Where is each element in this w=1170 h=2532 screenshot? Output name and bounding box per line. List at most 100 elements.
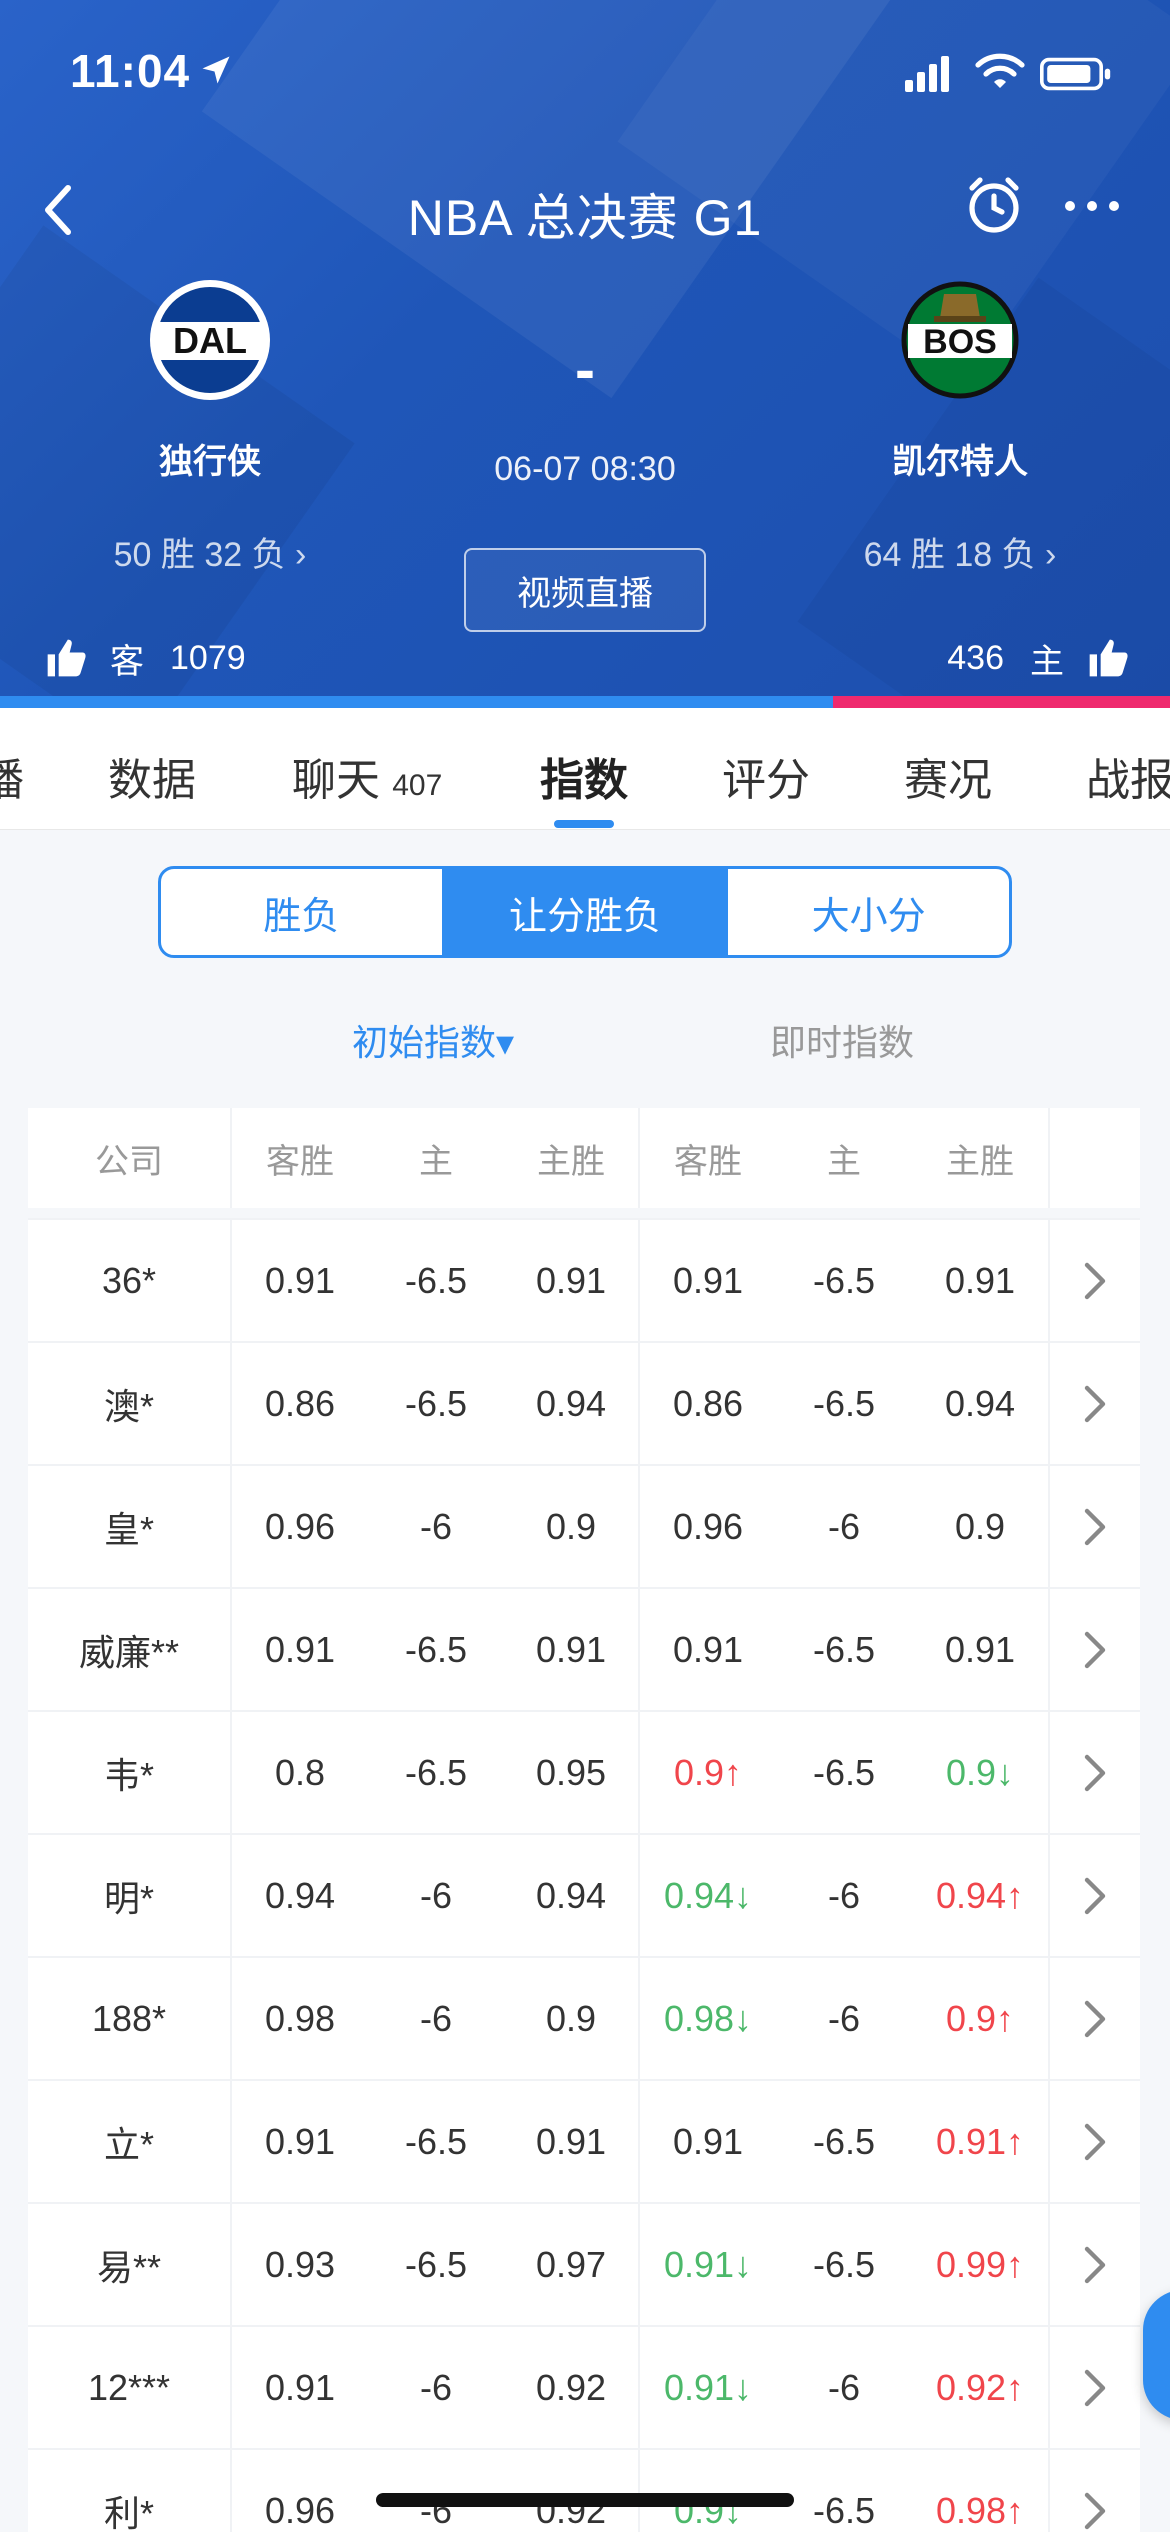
location-arrow-icon xyxy=(202,56,230,84)
tab-chat[interactable]: 聊天 407 xyxy=(292,744,442,808)
segment-total[interactable]: 大小分 xyxy=(728,869,1009,955)
match-time: 06-07 08:30 xyxy=(494,450,676,488)
table-row[interactable]: 36* 0.91 -6.5 0.91 0.91 -6.5 0.91 xyxy=(28,1218,1140,1341)
home-team-record[interactable]: 64 胜 18 负 › xyxy=(810,527,1110,576)
status-bar: 11:04 xyxy=(0,0,1170,140)
table-row[interactable]: 韦* 0.8 -6.5 0.95 0.9↑ -6.5 0.9↓ xyxy=(28,1710,1140,1833)
status-time: 11:04 xyxy=(70,45,191,97)
floating-action-button[interactable] xyxy=(1143,2290,1170,2420)
table-row[interactable]: 皇* 0.96 -6 0.9 0.96 -6 0.9 xyxy=(28,1464,1140,1587)
row-detail-chevron-icon[interactable] xyxy=(1048,1835,1140,1956)
row-detail-chevron-icon[interactable] xyxy=(1048,2327,1140,2448)
tab-odds[interactable]: 指数 xyxy=(540,744,628,808)
company-name: 12*** xyxy=(28,2327,232,2448)
table-row[interactable]: 明* 0.94 -6 0.94 0.94↓ -6 0.94↑ xyxy=(28,1833,1140,1956)
thumbs-up-icon xyxy=(47,639,86,677)
live-odds-toggle[interactable]: 即时指数 xyxy=(770,1014,914,1066)
row-detail-chevron-icon[interactable] xyxy=(1048,1712,1140,1833)
initial-away-odds: 0.98 xyxy=(264,1997,336,2039)
initial-handicap: -6 xyxy=(419,2489,452,2531)
row-detail-chevron-icon[interactable] xyxy=(1048,1466,1140,1587)
home-team[interactable]: BOS 凯尔特人 64 胜 18 负 › xyxy=(810,280,1110,576)
away-team-record[interactable]: 50 胜 32 负 › xyxy=(60,527,360,576)
row-detail-chevron-icon[interactable] xyxy=(1048,1220,1140,1341)
initial-home-odds: 0.91 xyxy=(504,2081,640,2202)
odds-table: 公司 客胜 主 主胜 客胜 主 主胜 36* 0.91 -6.5 0.91 0.91 -6… xyxy=(28,1108,1140,2532)
header-away-win: 客胜 xyxy=(674,1142,742,1181)
initial-home-odds: 0.91 xyxy=(504,1589,640,1710)
match-header: 11:04 NBA 总决赛 G1 DAL 独行侠 50 胜 32 负 › - 0… xyxy=(0,0,1170,708)
table-row[interactable]: 利* 0.96 -6 0.92 0.9↓ -6.5 0.98↑ xyxy=(28,2448,1140,2532)
home-likes-label: 主 xyxy=(1030,642,1064,681)
away-team-abbr: DAL xyxy=(173,320,247,361)
company-name: 36* xyxy=(28,1220,232,1341)
header-handicap: 主 xyxy=(419,1142,453,1181)
live-home-odds: 0.94↑ xyxy=(935,1874,1025,1916)
home-team-logo: BOS xyxy=(900,280,1020,400)
alarm-clock-icon[interactable] xyxy=(962,174,1026,238)
header-company: 公司 xyxy=(28,1108,232,1208)
initial-away-odds: 0.96 xyxy=(264,2489,336,2531)
initial-handicap: -6 xyxy=(419,2366,452,2408)
wifi-icon xyxy=(975,53,1025,88)
segment-moneyline[interactable]: 胜负 xyxy=(161,869,442,955)
home-team-abbr: BOS xyxy=(923,323,997,361)
table-row[interactable]: 立* 0.91 -6.5 0.91 0.91 -6.5 0.91↑ xyxy=(28,2079,1140,2202)
away-team-name: 独行侠 xyxy=(159,443,261,481)
header-handicap: 主 xyxy=(827,1142,861,1181)
segment-spread[interactable]: 让分胜负 xyxy=(441,869,729,955)
live-home-odds: 0.94 xyxy=(944,1382,1016,1424)
initial-handicap: -6.5 xyxy=(404,1751,468,1793)
tab-game-status[interactable]: 赛况 xyxy=(904,744,992,808)
initial-away-odds: 0.93 xyxy=(264,2243,336,2285)
live-handicap: -6 xyxy=(827,1997,860,2039)
thumbs-up-icon xyxy=(1089,639,1128,677)
tab-data[interactable]: 数据 xyxy=(108,744,196,808)
live-away-odds: 0.91 xyxy=(672,1628,744,1670)
live-video-button[interactable]: 视频直播 xyxy=(464,548,706,632)
match-info: - 06-07 08:30 xyxy=(385,340,785,489)
initial-handicap: -6 xyxy=(419,1997,452,2039)
table-row[interactable]: 易** 0.93 -6.5 0.97 0.91↓ -6.5 0.99↑ xyxy=(28,2202,1140,2325)
company-name: 188* xyxy=(28,1958,232,2079)
away-team[interactable]: DAL 独行侠 50 胜 32 负 › xyxy=(60,280,360,576)
row-detail-chevron-icon[interactable] xyxy=(1048,1958,1140,2079)
live-handicap: -6 xyxy=(827,1874,860,1916)
live-handicap: -6 xyxy=(827,1505,860,1547)
table-row[interactable]: 威廉** 0.91 -6.5 0.91 0.91 -6.5 0.91 xyxy=(28,1587,1140,1710)
initial-away-odds: 0.91 xyxy=(264,1628,336,1670)
initial-odds-toggle[interactable]: 初始指数▾ xyxy=(352,1014,514,1066)
company-name: 威廉** xyxy=(28,1589,232,1710)
table-row[interactable]: 12*** 0.91 -6 0.92 0.91↓ -6 0.92↑ xyxy=(28,2325,1140,2448)
row-detail-chevron-icon[interactable] xyxy=(1048,2450,1140,2532)
live-handicap: -6.5 xyxy=(812,1628,876,1670)
live-home-odds: 0.91↑ xyxy=(935,2120,1025,2162)
row-detail-chevron-icon[interactable] xyxy=(1048,1343,1140,1464)
live-handicap: -6.5 xyxy=(812,2489,876,2531)
tab-report[interactable]: 战报 xyxy=(1086,744,1170,808)
live-away-odds: 0.91 xyxy=(672,2120,744,2162)
live-home-odds: 0.9 xyxy=(954,1505,1006,1547)
initial-away-odds: 0.8 xyxy=(274,1751,326,1793)
more-icon[interactable] xyxy=(1060,196,1124,216)
home-likes[interactable]: 436 主 xyxy=(947,630,1130,686)
table-row[interactable]: 澳* 0.86 -6.5 0.94 0.86 -6.5 0.94 xyxy=(28,1341,1140,1464)
initial-handicap: -6.5 xyxy=(404,2120,468,2162)
company-name: 皇* xyxy=(28,1466,232,1587)
live-away-odds: 0.98↓ xyxy=(663,1997,753,2039)
away-team-logo: DAL xyxy=(150,280,270,400)
tab-rating[interactable]: 评分 xyxy=(722,744,810,808)
row-detail-chevron-icon[interactable] xyxy=(1048,2204,1140,2325)
live-home-odds: 0.91 xyxy=(944,1628,1016,1670)
live-away-odds: 0.9↑ xyxy=(673,1751,743,1793)
initial-home-odds: 0.9 xyxy=(504,1466,640,1587)
tab-live[interactable]: 播 xyxy=(0,744,24,808)
row-detail-chevron-icon[interactable] xyxy=(1048,2081,1140,2202)
company-name: 明* xyxy=(28,1835,232,1956)
table-row[interactable]: 188* 0.98 -6 0.9 0.98↓ -6 0.9↑ xyxy=(28,1956,1140,2079)
nav-bar: NBA 总决赛 G1 xyxy=(0,160,1170,250)
tab-bar: 播 数据 聊天 407 指数 评分 赛况 战报 xyxy=(0,708,1170,830)
row-detail-chevron-icon[interactable] xyxy=(1048,1589,1140,1710)
header-away-win: 客胜 xyxy=(266,1142,334,1181)
away-likes[interactable]: 客 1079 xyxy=(44,630,246,686)
